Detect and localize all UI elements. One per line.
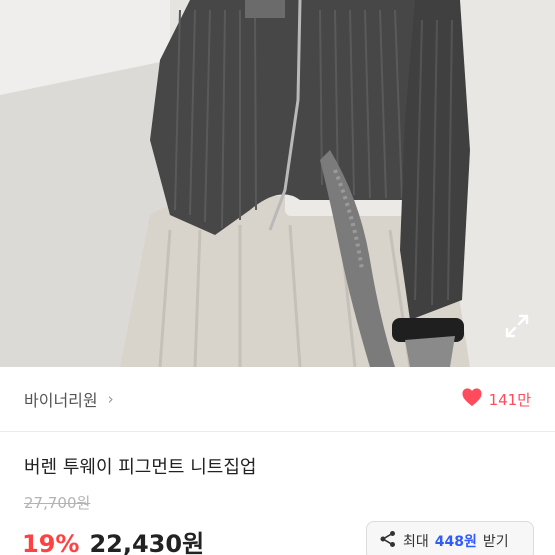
coupon-button[interactable]: 최대 448원 받기 (366, 521, 534, 555)
like-count: 141만 (488, 390, 531, 409)
coupon-amount: 448원 (434, 534, 477, 550)
expand-icon[interactable] (503, 312, 531, 340)
product-image[interactable] (0, 0, 555, 367)
coupon-prefix: 최대 (403, 534, 429, 550)
price-line: 19% 22,430원 (22, 524, 204, 555)
chevron-right-icon[interactable]: › (108, 390, 114, 408)
original-price: 27,700원 (24, 494, 91, 512)
sale-price: 22,430원 (89, 530, 205, 555)
discount-rate: 19% (22, 530, 80, 555)
heart-icon (461, 387, 483, 411)
like-button[interactable]: 141만 (461, 387, 531, 411)
product-title: 버렌 투웨이 피그먼트 니트집업 (24, 457, 257, 478)
share-icon (379, 530, 397, 552)
shop-row: 바이너리원 › 141만 (0, 367, 555, 431)
product-photo-illustration (0, 0, 555, 367)
coupon-suffix: 받기 (482, 534, 509, 550)
divider (0, 431, 555, 432)
shop-name-link[interactable]: 바이너리원 (24, 387, 98, 411)
